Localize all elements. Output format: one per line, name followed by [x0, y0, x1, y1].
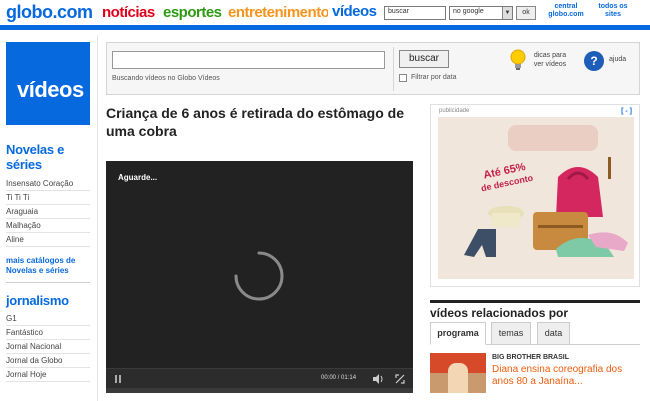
sidebar-item-araguaia[interactable]: Araguaia	[6, 205, 90, 219]
sidebar: vídeos Novelas e séries Insensato Coraçã…	[0, 35, 98, 401]
tips-link[interactable]: dicas para ver vídeos	[530, 51, 570, 69]
ad-collapse-button[interactable]: [ - ]	[621, 108, 632, 115]
nav-videos[interactable]: vídeos	[328, 0, 381, 25]
todos-os-sites-link[interactable]: todos os sites	[591, 3, 635, 19]
video-title: Criança de 6 anos é retirada do estômago…	[106, 105, 404, 139]
globo-logo[interactable]: globo.com	[6, 2, 93, 23]
related-video-thumbnail[interactable]	[430, 353, 486, 393]
video-search-input[interactable]	[112, 51, 385, 69]
loading-spinner-icon	[234, 251, 284, 301]
ad-label: publicidade	[439, 108, 470, 114]
search-scope-value: no google	[453, 8, 484, 15]
nav-esportes[interactable]: esportes	[163, 4, 222, 21]
central-globo-link[interactable]: central globo.com	[544, 3, 588, 19]
ad-banner[interactable]: Até 65% de desconto	[438, 117, 634, 279]
sidebar-item-jornal-da-globo[interactable]: Jornal da Globo	[6, 354, 90, 368]
jornalismo-heading[interactable]: jornalismo	[6, 293, 69, 308]
loading-status: Aguarde...	[118, 173, 158, 182]
related-videos-heading: vídeos relacionados por	[430, 300, 640, 320]
search-button[interactable]: buscar	[399, 50, 449, 68]
tab-data[interactable]: data	[537, 322, 570, 345]
help-link[interactable]: ajuda	[609, 56, 626, 63]
nav-entretenimento[interactable]: entretenimento	[228, 4, 330, 21]
ad-products-illustration	[464, 157, 628, 257]
video-search-panel: Buscando vídeos no Globo Vídeos buscar F…	[106, 42, 640, 95]
help-icon[interactable]: ?	[584, 51, 604, 71]
sidebar-item-g1[interactable]: G1	[6, 312, 90, 326]
top-navigation-bar: globo.com notícias esportes entretenimen…	[0, 0, 650, 30]
novelas-list: Insensato Coração Ti Ti Ti Araguaia Malh…	[6, 177, 90, 247]
videos-tile-label: vídeos	[17, 77, 84, 102]
top-search-input[interactable]: buscar	[384, 6, 446, 20]
novelas-heading[interactable]: Novelas e séries	[6, 142, 97, 172]
advertisement: publicidade [ - ] Até 65% de desconto	[430, 104, 640, 287]
divider	[6, 282, 90, 283]
player-controls: 00:00 / 01:14	[106, 368, 413, 393]
volume-icon[interactable]	[372, 374, 384, 384]
fullscreen-icon[interactable]	[395, 374, 405, 384]
tab-temas[interactable]: temas	[491, 322, 531, 345]
videos-tile[interactable]: vídeos	[6, 42, 90, 125]
sidebar-item-malhacao[interactable]: Malhação	[6, 219, 90, 233]
progress-bar[interactable]	[106, 388, 413, 393]
chevron-down-icon[interactable]: ▼	[502, 7, 512, 19]
top-ok-button[interactable]: ok	[516, 6, 536, 20]
nav-noticias[interactable]: notícias	[102, 4, 155, 21]
filter-date-label: Filtrar por data	[411, 74, 457, 81]
sidebar-item-jornal-nacional[interactable]: Jornal Nacional	[6, 340, 90, 354]
filter-date-checkbox[interactable]	[399, 74, 407, 82]
related-video-program: BIG BROTHER BRASIL	[492, 354, 569, 361]
play-pause-icon[interactable]	[114, 374, 122, 384]
video-player[interactable]: Aguarde... 00:00 / 01:14	[106, 161, 413, 393]
search-caption: Buscando vídeos no Globo Vídeos	[112, 75, 220, 82]
tab-programa[interactable]: programa	[430, 322, 486, 345]
lightbulb-icon[interactable]	[510, 49, 526, 71]
related-tabs: programa temas data	[430, 321, 640, 345]
time-display: 00:00 / 01:14	[321, 375, 357, 381]
sidebar-item-insensato-coracao[interactable]: Insensato Coração	[6, 177, 90, 191]
thumbnail-figure	[448, 363, 468, 393]
sidebar-item-ti-ti-ti[interactable]: Ti Ti Ti	[6, 191, 90, 205]
search-scope-select[interactable]: no google ▼	[449, 6, 513, 20]
sidebar-item-jornal-hoje[interactable]: Jornal Hoje	[6, 368, 90, 382]
sidebar-item-aline[interactable]: Aline	[6, 233, 90, 247]
jornalismo-list: G1 Fantástico Jornal Nacional Jornal da …	[6, 312, 90, 382]
divider	[393, 47, 394, 91]
related-video-title[interactable]: Diana ensina coreografia dos anos 80 a J…	[492, 364, 640, 388]
more-novelas-link[interactable]: mais catálogos de Novelas e séries	[6, 256, 90, 276]
sidebar-item-fantastico[interactable]: Fantástico	[6, 326, 90, 340]
